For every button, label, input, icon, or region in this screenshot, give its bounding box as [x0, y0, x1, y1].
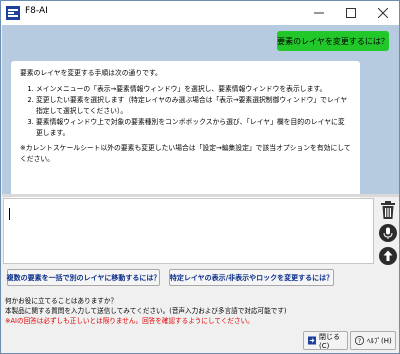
help-label: ﾍﾙﾌﾟ(H): [367, 336, 392, 345]
maximize-button[interactable]: [335, 1, 367, 25]
suggestion-button[interactable]: 特定レイヤの表示/非表示やロックを変更するには？: [169, 269, 334, 286]
info-text: 何かお役に立てることはありますか？ 本製品に関する質問を入力して送信してみてくだ…: [5, 296, 397, 326]
clear-button[interactable]: [378, 200, 398, 220]
ai-note-text: ※カレントスケールシート以外の要素も変更したい場合は「設定→編集設定」で該当オプ…: [20, 144, 351, 163]
help-icon: ?: [355, 336, 364, 345]
voice-input-button[interactable]: [378, 223, 398, 243]
greeting-text: 何かお役に立てることはありますか？: [5, 297, 118, 305]
app-window: F8-AI 要素のレイヤを変更するには？ 要素のレイヤを変更する手順は次の通りで…: [0, 0, 400, 354]
send-up-icon: [379, 247, 397, 265]
minimize-button[interactable]: [303, 1, 335, 25]
app-logo-icon: [6, 6, 20, 20]
ai-step-item: 変更したい要素を選択します（特定レイヤのみ選ぶ場合は「表示→要素選択制御ウィンド…: [36, 95, 351, 116]
text-caret: [9, 208, 10, 220]
close-window-button[interactable]: [367, 1, 399, 25]
user-message-bubble: 要素のレイヤを変更するには？: [277, 31, 389, 51]
suggestion-button[interactable]: 複数の要素を一括で別のレイヤに移動するには？: [7, 269, 160, 286]
trash-icon: [381, 201, 395, 219]
minimize-icon: [314, 12, 324, 14]
close-button[interactable]: 閉じる(C): [303, 331, 348, 350]
close-icon: [378, 8, 388, 18]
mic-icon: [379, 224, 397, 242]
maximize-icon: [346, 8, 356, 18]
disclaimer-text: ※AIの回答は必ずしも正しいとは限りません。回答を確認するようにしてください。: [5, 317, 254, 325]
help-button[interactable]: ? ﾍﾙﾌﾟ(H): [350, 331, 396, 350]
close-label: 閉じる(C): [319, 332, 341, 350]
ai-step-item: メインメニューの「表示→要素情報ウィンドウ」を選択し、要素情報ウィンドウを表示し…: [36, 84, 351, 95]
splitter-bar[interactable]: [2, 194, 399, 197]
ai-step-item: 要素情報ウィンドウ上で対象の要素種別をコンボボックスから選び、「レイヤ」欄を目的…: [36, 117, 351, 138]
ai-step-list: メインメニューの「表示→要素情報ウィンドウ」を選択し、要素情報ウィンドウを表示し…: [20, 84, 351, 139]
svg-text:?: ?: [358, 337, 361, 345]
footer-bar: 閉じる(C) ? ﾍﾙﾌﾟ(H): [1, 331, 399, 353]
suggestion-row: 複数の要素を一括で別のレイヤに移動するには？ 特定レイヤの表示/非表示やロックを…: [1, 269, 399, 291]
question-input[interactable]: [3, 198, 374, 264]
window-title: F8-AI: [25, 6, 48, 16]
chat-history[interactable]: 要素のレイヤを変更するには？ 要素のレイヤを変更する手順は次の通りです。 メイン…: [2, 25, 399, 205]
input-tools: [378, 198, 398, 268]
exit-arrow-icon: [308, 336, 317, 345]
title-bar: F8-AI: [1, 1, 399, 25]
ai-response-bubble: 要素のレイヤを変更する手順は次の通りです。 メインメニューの「表示→要素情報ウィ…: [11, 61, 360, 205]
send-button[interactable]: [378, 246, 398, 266]
ai-intro-text: 要素のレイヤを変更する手順は次の通りです。: [20, 69, 162, 77]
instruction-text: 本製品に関する質問を入力して送信してみてください。(音声入力および多言語で対応可…: [5, 307, 287, 315]
